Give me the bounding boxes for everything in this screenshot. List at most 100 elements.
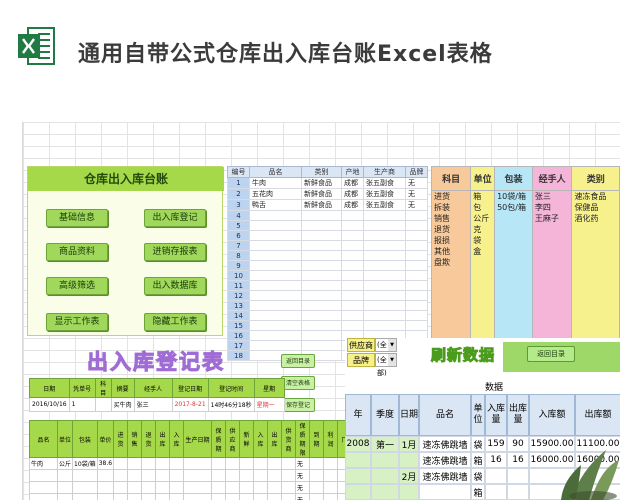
chevron-down-icon[interactable]: ▼ (388, 354, 396, 366)
category-cell[interactable] (531, 318, 573, 328)
category-cell[interactable] (531, 298, 573, 308)
category-cell[interactable] (430, 278, 472, 288)
product-cell[interactable] (341, 240, 364, 251)
reg-detail-cell[interactable] (169, 493, 185, 500)
inout-database-button[interactable]: 出入数据库 (144, 277, 206, 295)
pivot-cell[interactable] (507, 468, 529, 484)
category-cell[interactable] (430, 328, 472, 338)
reg-detail-cell[interactable] (267, 457, 283, 470)
product-cell[interactable]: 成都 (341, 188, 364, 200)
product-cell[interactable]: 张五副食 (363, 188, 406, 200)
pivot-cell[interactable]: 16 (507, 452, 529, 468)
category-cell[interactable]: 50包/箱 (494, 202, 533, 213)
reg-detail-cell[interactable] (113, 493, 129, 500)
reg-detail-cell[interactable] (113, 457, 129, 470)
filter-brand-select[interactable]: (全部) ▼ (375, 353, 397, 377)
pivot-cell[interactable]: 90 (507, 436, 529, 452)
reg-detail-cell[interactable] (56, 481, 74, 494)
category-cell[interactable]: 速冻食品 (571, 190, 620, 202)
pivot-cell[interactable] (371, 452, 399, 468)
category-cell[interactable] (531, 288, 573, 298)
category-cell[interactable]: 克 (470, 224, 496, 235)
pivot-cell[interactable]: 速冻佛跳墙 (419, 452, 471, 468)
reg-detail-cell[interactable] (183, 481, 213, 494)
category-cell[interactable]: 酒化药 (571, 213, 620, 224)
product-cell[interactable]: 5 (227, 220, 250, 231)
category-cell[interactable] (571, 268, 620, 278)
reg-detail-cell[interactable] (253, 481, 269, 494)
reg-detail-cell[interactable] (155, 481, 171, 494)
reg-detail-cell[interactable] (155, 457, 171, 470)
reg-detail-cell[interactable] (127, 493, 143, 500)
pivot-cell[interactable]: 第一 (371, 436, 399, 452)
product-cell[interactable] (341, 270, 364, 281)
product-cell[interactable]: 无 (405, 188, 428, 200)
category-cell[interactable] (430, 268, 472, 278)
category-cell[interactable] (531, 308, 573, 318)
category-cell[interactable] (531, 268, 573, 278)
pivot-cell[interactable]: 2月 (399, 468, 419, 484)
reg-detail-cell[interactable] (323, 493, 339, 500)
category-cell[interactable]: 拆装 (430, 202, 472, 213)
product-cell[interactable]: 3 (227, 199, 250, 211)
category-cell[interactable] (531, 328, 573, 338)
product-cell[interactable] (341, 320, 364, 331)
reg-detail-cell[interactable] (323, 469, 339, 482)
product-cell[interactable] (341, 310, 364, 321)
pivot-cell[interactable] (485, 484, 507, 500)
product-cell[interactable] (301, 340, 342, 351)
category-cell[interactable] (571, 308, 620, 318)
category-cell[interactable] (470, 298, 496, 308)
category-cell[interactable] (571, 278, 620, 288)
reg-detail-cell[interactable] (281, 457, 297, 470)
chevron-down-icon[interactable]: ▼ (388, 339, 396, 351)
product-cell[interactable] (301, 290, 342, 301)
product-cell[interactable] (249, 290, 302, 301)
reg-detail-cell[interactable] (309, 493, 325, 500)
product-cell[interactable] (341, 250, 364, 261)
reg-detail-cell[interactable] (155, 469, 171, 482)
product-cell[interactable]: 6 (227, 230, 250, 241)
category-cell[interactable] (494, 224, 533, 235)
reg-cell-voucher[interactable]: 1 (68, 397, 96, 412)
product-cell[interactable] (405, 250, 428, 261)
inout-register-button[interactable]: 出入库登记 (144, 209, 206, 227)
reg-detail-cell[interactable] (267, 469, 283, 482)
product-cell[interactable] (363, 240, 406, 251)
product-cell[interactable] (301, 270, 342, 281)
product-cell[interactable]: 鸭舌 (249, 199, 302, 211)
reg-detail-cell[interactable] (267, 493, 283, 500)
pivot-cell[interactable] (345, 452, 371, 468)
product-cell[interactable] (363, 250, 406, 261)
product-cell[interactable] (249, 240, 302, 251)
category-cell[interactable] (531, 257, 573, 268)
reg-detail-cell[interactable] (253, 493, 269, 500)
pivot-cell[interactable]: 速冻佛跳墙 (419, 468, 471, 484)
product-cell[interactable] (363, 310, 406, 321)
category-cell[interactable] (470, 308, 496, 318)
category-cell[interactable] (430, 318, 472, 328)
product-cell[interactable] (341, 290, 364, 301)
reg-detail-cell[interactable] (96, 493, 115, 500)
category-cell[interactable] (430, 288, 472, 298)
pivot-cell[interactable] (345, 484, 371, 500)
show-sheets-button[interactable]: 显示工作表 (46, 313, 108, 331)
category-cell[interactable]: 其他 (430, 246, 472, 257)
pivot-cell[interactable]: 1月 (399, 436, 419, 452)
reg-detail-cell[interactable] (211, 469, 227, 482)
reg-detail-cell[interactable] (141, 457, 157, 470)
reg-detail-cell[interactable] (127, 457, 143, 470)
product-cell[interactable] (249, 220, 302, 231)
category-cell[interactable] (494, 328, 533, 338)
product-cell[interactable] (249, 340, 302, 351)
category-cell[interactable]: 10袋/箱 (494, 190, 533, 202)
reg-detail-cell[interactable] (96, 469, 115, 482)
product-cell[interactable]: 2 (227, 188, 250, 200)
reg-cell-date[interactable]: 2016/10/16 (29, 397, 70, 412)
reg-detail-cell[interactable] (113, 469, 129, 482)
category-cell[interactable] (430, 298, 472, 308)
category-cell[interactable] (571, 318, 620, 328)
product-cell[interactable]: 张五副食 (363, 177, 406, 189)
reg-detail-cell[interactable] (239, 481, 255, 494)
product-cell[interactable] (363, 210, 406, 221)
